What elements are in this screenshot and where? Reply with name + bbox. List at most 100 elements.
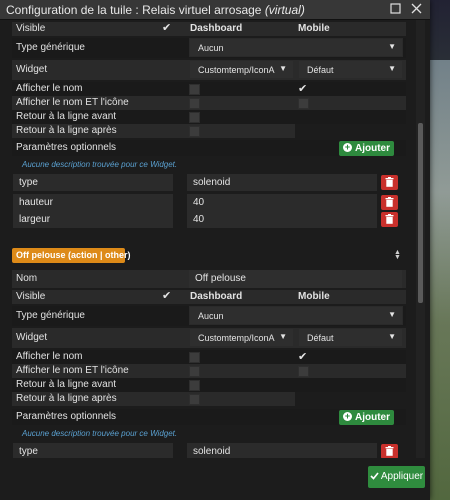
widget-description: Aucune description trouvée pour ce Widge… (22, 160, 178, 169)
afficher-nom-dashboard-checkbox[interactable] (189, 352, 200, 363)
retour-avant-label: Retour à la ligne avant (16, 111, 117, 122)
command-badge[interactable]: Off pelouse (action | other) (12, 248, 131, 263)
trash-icon (385, 177, 394, 187)
afficher-nom-mobile-check-icon[interactable]: ✔ (298, 84, 307, 95)
params-label: Paramètres optionnels (16, 411, 117, 422)
visible-check-icon[interactable]: ✔ (162, 291, 171, 302)
param-value-field[interactable]: 40 (187, 194, 377, 211)
plus-icon: + (343, 141, 352, 152)
param-key: largeur (19, 214, 51, 225)
retour-avant-row: Retour à la ligne avant (12, 378, 406, 392)
visible-row: Visible ✔ Dashboard Mobile (12, 22, 406, 36)
param-value: solenoid (193, 177, 231, 188)
retour-avant-checkbox[interactable] (189, 112, 200, 123)
trash-icon (385, 214, 394, 224)
delete-param-button[interactable] (381, 175, 398, 190)
delete-param-button[interactable] (381, 195, 398, 210)
add-param-button[interactable]: + Ajouter (339, 410, 394, 425)
param-key-field[interactable]: largeur (13, 211, 173, 228)
check-icon (370, 472, 379, 481)
afficher-nom-label: Afficher le nom (16, 351, 83, 362)
maximize-icon[interactable] (387, 1, 404, 18)
plus-icon: + (343, 410, 352, 421)
afficher-nom-icone-dashboard-checkbox[interactable] (189, 366, 200, 377)
retour-avant-label: Retour à la ligne avant (16, 379, 117, 390)
visible-check-icon[interactable]: ✔ (162, 23, 171, 34)
retour-avant-checkbox[interactable] (189, 380, 200, 391)
mobile-header: Mobile (298, 291, 330, 302)
type-generique-select[interactable]: Aucun ▼ (189, 306, 403, 325)
delete-param-button[interactable] (381, 444, 398, 459)
visible-label: Visible (16, 23, 46, 34)
param-key-field[interactable]: hauteur (13, 194, 173, 211)
param-value: 40 (193, 214, 205, 225)
type-generique-value: Aucun (198, 43, 224, 53)
retour-apres-checkbox[interactable] (189, 126, 200, 137)
type-generique-label: Type générique (16, 42, 85, 53)
nom-input[interactable]: Off pelouse (189, 270, 402, 288)
retour-avant-row: Retour à la ligne avant (12, 110, 406, 124)
type-generique-row: Type générique Aucun ▼ (12, 306, 406, 326)
afficher-nom-icone-mobile-checkbox[interactable] (298, 98, 309, 109)
trash-icon (385, 197, 394, 207)
close-icon[interactable] (408, 1, 425, 18)
type-generique-select[interactable]: Aucun ▼ (189, 38, 403, 57)
param-key-field[interactable]: type (13, 174, 173, 191)
param-key: type (19, 446, 38, 457)
chevron-down-icon: ▼ (388, 64, 396, 73)
params-label: Paramètres optionnels (16, 142, 117, 153)
widget-mobile-value: Défaut (307, 65, 334, 75)
retour-apres-checkbox[interactable] (189, 394, 200, 405)
apply-button[interactable]: Appliquer (368, 466, 425, 488)
retour-apres-label: Retour à la ligne après (16, 125, 117, 136)
add-param-button[interactable]: + Ajouter (339, 141, 394, 156)
title-bar: Configuration de la tuile : Relais virtu… (0, 0, 430, 20)
widget-dashboard-value: Customtemp/IconA (198, 65, 275, 75)
afficher-nom-icone-label: Afficher le nom ET l'icône (16, 365, 129, 376)
scrollbar-thumb[interactable] (418, 123, 423, 303)
nom-value: Off pelouse (195, 273, 246, 284)
delete-param-button[interactable] (381, 212, 398, 227)
param-key: type (19, 177, 38, 188)
add-param-label: Ajouter (355, 412, 390, 423)
apply-label: Appliquer (380, 471, 424, 482)
widget-mobile-select[interactable]: Défaut ▼ (298, 60, 403, 79)
widget-dashboard-select[interactable]: Customtemp/IconA ▼ (189, 328, 294, 347)
type-generique-value: Aucun (198, 311, 224, 321)
add-param-label: Ajouter (355, 143, 390, 154)
afficher-nom-icone-dashboard-checkbox[interactable] (189, 98, 200, 109)
param-key: hauteur (19, 197, 53, 208)
chevron-down-icon: ▼ (279, 332, 287, 341)
afficher-nom-row: Afficher le nom ✔ (12, 82, 406, 96)
chevron-down-icon: ▼ (388, 310, 396, 319)
widget-label: Widget (16, 64, 48, 75)
param-value-field[interactable]: solenoid (187, 174, 377, 191)
type-generique-label: Type générique (16, 310, 85, 321)
dashboard-header: Dashboard (190, 291, 243, 302)
retour-apres-row: Retour à la ligne après (12, 392, 295, 406)
visible-label: Visible (16, 291, 46, 302)
widget-mobile-value: Défaut (307, 333, 334, 343)
afficher-nom-icone-row: Afficher le nom ET l'icône (12, 96, 406, 110)
widget-row: Widget Customtemp/IconA ▼ Défaut ▼ (12, 60, 406, 80)
mobile-header: Mobile (298, 23, 330, 34)
widget-description: Aucune description trouvée pour ce Widge… (22, 429, 178, 438)
param-value-field[interactable]: 40 (187, 211, 377, 228)
afficher-nom-icone-mobile-checkbox[interactable] (298, 366, 309, 377)
sort-handle-icon[interactable]: ▲ ▼ (394, 249, 401, 261)
dialog-body[interactable]: Visible ✔ Dashboard Mobile Type génériqu… (0, 20, 430, 500)
widget-mobile-select[interactable]: Défaut ▼ (298, 328, 403, 347)
widget-dashboard-value: Customtemp/IconA (198, 333, 275, 343)
retour-apres-row: Retour à la ligne après (12, 124, 295, 138)
widget-label: Widget (16, 332, 48, 343)
dialog-footer (0, 458, 430, 500)
dialog-title: Configuration de la tuile : Relais virtu… (6, 3, 305, 17)
afficher-nom-label: Afficher le nom (16, 83, 83, 94)
trash-icon (385, 446, 394, 456)
afficher-nom-icone-row: Afficher le nom ET l'icône (12, 364, 406, 378)
widget-dashboard-select[interactable]: Customtemp/IconA ▼ (189, 60, 294, 79)
afficher-nom-mobile-check-icon[interactable]: ✔ (298, 352, 307, 363)
param-value: solenoid (193, 446, 231, 457)
retour-apres-label: Retour à la ligne après (16, 393, 117, 404)
afficher-nom-dashboard-checkbox[interactable] (189, 84, 200, 95)
